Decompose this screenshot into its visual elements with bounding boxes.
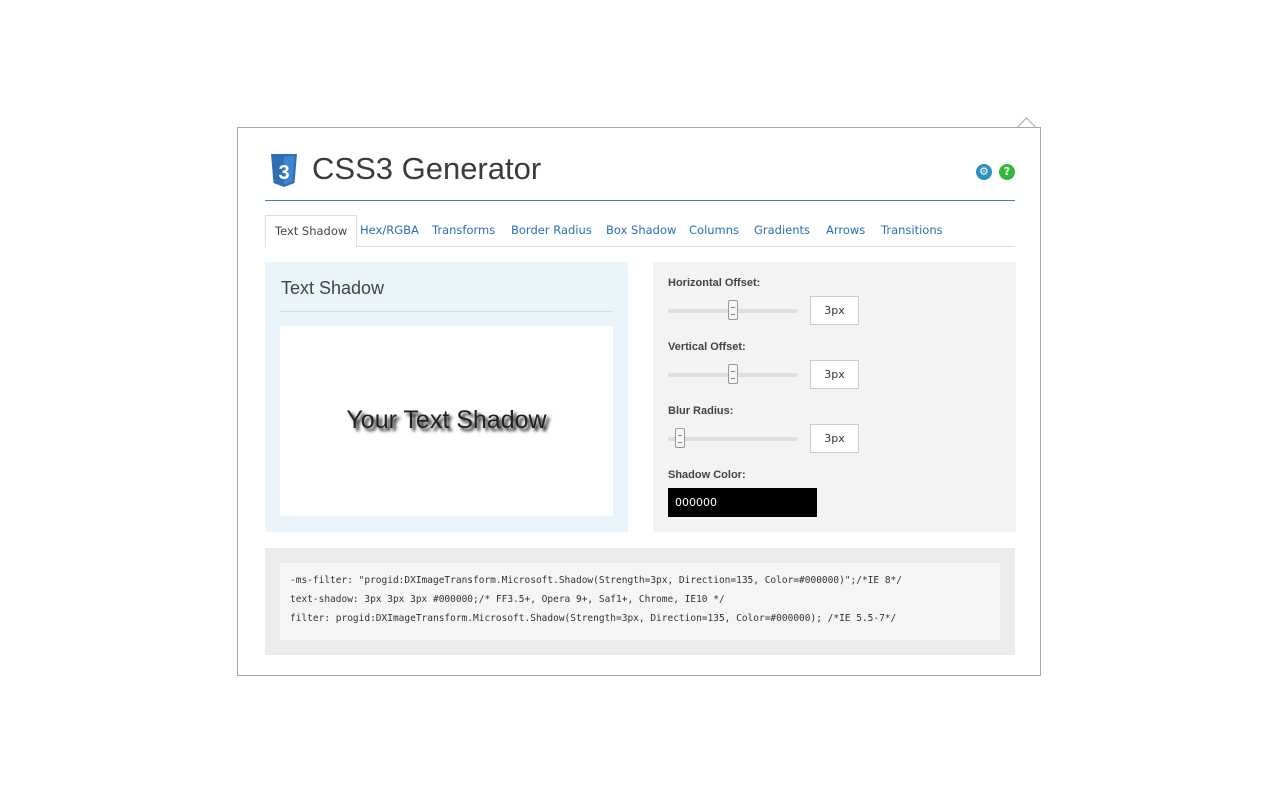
blur-radius-slider[interactable] bbox=[668, 428, 798, 448]
horizontal-offset-label: Horizontal Offset: bbox=[668, 277, 761, 289]
slider-thumb[interactable] bbox=[728, 364, 738, 384]
tab-transitions[interactable]: Transitions bbox=[872, 215, 952, 246]
header-actions: ⚙ ? bbox=[974, 160, 1015, 180]
svg-text:3: 3 bbox=[278, 162, 289, 184]
code-output-panel: -ms-filter: "progid:DXImageTransform.Mic… bbox=[265, 548, 1015, 655]
tab-transforms[interactable]: Transforms bbox=[423, 215, 504, 246]
tab-border-radius[interactable]: Border Radius bbox=[502, 215, 601, 246]
code-block[interactable]: -ms-filter: "progid:DXImageTransform.Mic… bbox=[280, 563, 1000, 640]
shadow-color-label: Shadow Color: bbox=[668, 469, 746, 481]
code-line: text-shadow: 3px 3px 3px #000000;/* FF3.… bbox=[290, 594, 725, 605]
slider-thumb[interactable] bbox=[675, 428, 686, 448]
shadow-color-input[interactable]: 000000 bbox=[668, 488, 817, 517]
tab-hex-rgba[interactable]: Hex/RGBA bbox=[351, 215, 428, 246]
tab-box-shadow[interactable]: Box Shadow bbox=[597, 215, 685, 246]
blur-radius-label: Blur Radius: bbox=[668, 405, 734, 417]
preview-title: Text Shadow bbox=[281, 278, 385, 298]
vertical-offset-label: Vertical Offset: bbox=[668, 341, 746, 353]
page-title: CSS3 Generator bbox=[312, 151, 542, 186]
extension-popup: 3 CSS3 Generator ⚙ ? Text Shadow Hex/RGB… bbox=[237, 127, 1041, 676]
blur-radius-value[interactable]: 3px bbox=[810, 424, 859, 453]
divider bbox=[280, 311, 613, 312]
header: 3 CSS3 Generator ⚙ ? bbox=[265, 152, 1015, 201]
tab-gradients[interactable]: Gradients bbox=[745, 215, 819, 246]
slider-thumb[interactable] bbox=[728, 300, 738, 320]
code-line: filter: progid:DXImageTransform.Microsof… bbox=[290, 613, 897, 624]
css3-shield-icon: 3 bbox=[271, 154, 297, 187]
gear-icon[interactable]: ⚙ bbox=[975, 164, 992, 180]
vertical-offset-slider[interactable] bbox=[668, 364, 798, 384]
preview-panel: Text Shadow Your Text Shadow bbox=[265, 262, 628, 532]
preview-box: Your Text Shadow bbox=[280, 326, 613, 516]
tab-columns[interactable]: Columns bbox=[680, 215, 748, 246]
tab-arrows[interactable]: Arrows bbox=[817, 215, 874, 246]
code-line: -ms-filter: "progid:DXImageTransform.Mic… bbox=[290, 575, 902, 586]
tab-bar: Text Shadow Hex/RGBA Transforms Border R… bbox=[265, 215, 1015, 247]
horizontal-offset-value[interactable]: 3px bbox=[810, 296, 859, 325]
shadow-sample-text: Your Text Shadow bbox=[346, 406, 547, 434]
question-icon[interactable]: ? bbox=[999, 164, 1015, 180]
horizontal-offset-slider[interactable] bbox=[668, 300, 798, 320]
controls-panel: Horizontal Offset: 3px Vertical Offset: … bbox=[653, 262, 1016, 532]
tab-text-shadow[interactable]: Text Shadow bbox=[265, 215, 358, 247]
vertical-offset-value[interactable]: 3px bbox=[810, 360, 859, 389]
